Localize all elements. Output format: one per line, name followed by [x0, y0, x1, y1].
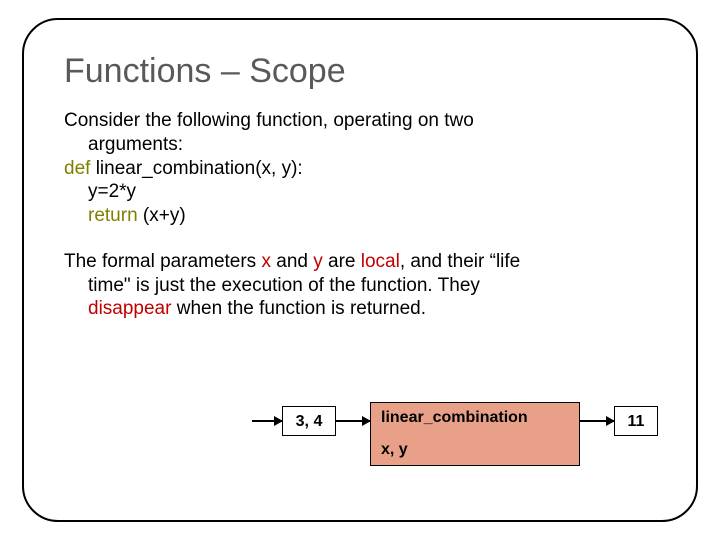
paragraph-1: Consider the following function, operati…	[64, 109, 656, 228]
word-disappear: disappear	[88, 298, 171, 319]
code-line: def linear_combination(x, y):	[64, 157, 656, 181]
return-expr: (x+y)	[138, 205, 186, 226]
text: are	[323, 251, 361, 272]
paragraph-2: The formal parameters x and y are local,…	[64, 250, 656, 321]
keyword-def: def	[64, 158, 90, 179]
text-line: Consider the following function, operati…	[64, 109, 656, 133]
var-x: x	[261, 251, 271, 272]
text-line: arguments:	[64, 133, 656, 157]
var-y: y	[313, 251, 323, 272]
text: when the function is returned.	[171, 298, 426, 319]
input-box: 3, 4	[282, 406, 336, 436]
function-box: linear_combination x, y	[370, 402, 580, 466]
code-line: y=2*y	[64, 180, 656, 204]
output-box: 11	[614, 406, 658, 436]
text: and	[271, 251, 313, 272]
slide-title: Functions – Scope	[64, 52, 656, 91]
params-label: x, y	[381, 441, 569, 459]
arrow-icon	[336, 420, 370, 422]
text-line: disappear when the function is returned.	[64, 297, 656, 321]
text: The formal parameters	[64, 251, 261, 272]
code-line: return (x+y)	[64, 204, 656, 228]
function-name-label: linear_combination	[381, 409, 569, 427]
text-line: time" is just the execution of the funct…	[64, 274, 656, 298]
arrow-icon	[252, 420, 282, 422]
slide-frame: Functions – Scope Consider the following…	[22, 18, 698, 522]
word-local: local	[361, 251, 400, 272]
function-diagram: 3, 4 linear_combination x, y 11	[24, 402, 696, 492]
function-signature: linear_combination(x, y):	[90, 158, 302, 179]
text: , and their “life	[400, 251, 520, 272]
keyword-return: return	[88, 205, 138, 226]
arrow-icon	[580, 420, 614, 422]
text-line: The formal parameters x and y are local,…	[64, 250, 656, 274]
